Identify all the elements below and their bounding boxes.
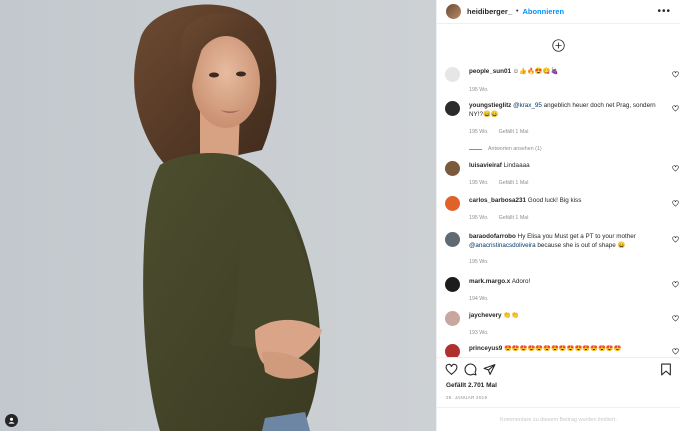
tagged-user-icon[interactable] xyxy=(5,414,18,427)
comment-text: 👏👏 xyxy=(501,312,519,319)
like-post-icon[interactable] xyxy=(445,363,458,376)
commenter-avatar[interactable] xyxy=(445,311,460,326)
commenter-avatar[interactable] xyxy=(445,161,460,176)
like-comment-icon[interactable] xyxy=(672,200,679,207)
like-comment-icon[interactable] xyxy=(672,348,679,355)
commenter-avatar[interactable] xyxy=(445,277,460,292)
load-more-comments-icon[interactable] xyxy=(552,39,565,52)
commenter-username[interactable]: people_sun01 xyxy=(469,68,511,75)
post-date: 29. JANUAR 2019 xyxy=(446,395,488,400)
commenter-avatar[interactable] xyxy=(445,101,460,116)
post-header: heidiberger_ • Abonnieren ••• xyxy=(437,0,680,24)
commenter-username[interactable]: jaychevery xyxy=(469,312,502,319)
like-comment-icon[interactable] xyxy=(672,105,679,112)
like-comment-icon[interactable] xyxy=(672,236,679,243)
share-icon[interactable] xyxy=(483,363,496,376)
comment-text: Lindaaaa xyxy=(501,162,530,169)
comment-time: 194 Wo. xyxy=(469,296,489,302)
author-username[interactable]: heidiberger_ xyxy=(467,7,512,16)
view-replies-button[interactable]: Antworten ansehen (1) xyxy=(469,146,542,152)
more-options-icon[interactable]: ••• xyxy=(657,6,671,17)
commenter-avatar[interactable] xyxy=(445,196,460,211)
commenter-username[interactable]: carlos_barbosa231 xyxy=(469,197,526,204)
like-comment-icon[interactable] xyxy=(672,71,679,78)
view-replies-label: Antworten ansehen (1) xyxy=(488,146,542,152)
comments-limited-notice: Kommentare zu diesem Beitrag wurden limi… xyxy=(437,407,680,431)
save-bookmark-icon[interactable] xyxy=(660,363,672,376)
comment-mention[interactable]: @anacristinacsdoliveira xyxy=(469,242,536,249)
author-avatar[interactable] xyxy=(446,4,461,19)
comments-list[interactable]: people_sun01 ☺👍🔥😍😋🍇 195 Wo. youngstiegli… xyxy=(437,24,680,357)
comment-likes[interactable]: Gefällt 1 Mal xyxy=(499,129,529,135)
commenter-username[interactable]: baraodofarrobo xyxy=(469,233,516,240)
comment-likes[interactable]: Gefällt 1 Mal xyxy=(499,215,529,221)
comment-time: 195 Wo. xyxy=(469,215,489,221)
commenter-username[interactable]: princeyus9 xyxy=(469,345,502,352)
like-comment-icon[interactable] xyxy=(672,315,679,322)
commenter-username[interactable]: mark.margo.x xyxy=(469,278,510,285)
portrait-image xyxy=(134,4,322,431)
comment-mention[interactable]: @krax_95 xyxy=(513,102,542,109)
like-comment-icon[interactable] xyxy=(672,165,679,172)
comment-likes[interactable]: Gefällt 1 Mal xyxy=(499,180,529,186)
separator-dot: • xyxy=(516,8,519,15)
follow-button[interactable]: Abonnieren xyxy=(522,7,564,16)
comment-text: Good luck! Big kiss xyxy=(526,197,582,204)
commenter-avatar[interactable] xyxy=(445,67,460,82)
comment-text: 😍😍😍😍😍😍😍😍😍😍😍😍😍😍😍 xyxy=(502,345,622,352)
likes-count[interactable]: Gefällt 2.701 Mal xyxy=(437,381,680,391)
comment-icon[interactable] xyxy=(464,363,477,376)
comment-time: 195 Wo. xyxy=(469,87,489,93)
post-photo[interactable] xyxy=(0,0,436,431)
commenter-username[interactable]: luisavieiraf xyxy=(469,162,502,169)
commenter-username[interactable]: youngstieglitz xyxy=(469,102,511,109)
comment-time: 193 Wo. xyxy=(469,330,489,336)
comment-text: Adoro! xyxy=(510,278,531,285)
comment-text: Hy Elisa you Must get a PT to your mothe… xyxy=(515,233,636,240)
comment-time: 195 Wo. xyxy=(469,180,489,186)
post-side-panel: heidiberger_ • Abonnieren ••• people_sun… xyxy=(436,0,680,431)
commenter-avatar[interactable] xyxy=(445,344,460,357)
like-comment-icon[interactable] xyxy=(672,281,679,288)
commenter-avatar[interactable] xyxy=(445,232,460,247)
comment-text-continued: because she is out of shape 😄 xyxy=(535,241,626,249)
comment-time: 195 Wo. xyxy=(469,129,489,135)
post-actions-bar xyxy=(437,357,680,381)
comment-time: 195 Wo. xyxy=(469,259,489,265)
comment-text: ☺👍🔥😍😋🍇 xyxy=(511,68,559,75)
